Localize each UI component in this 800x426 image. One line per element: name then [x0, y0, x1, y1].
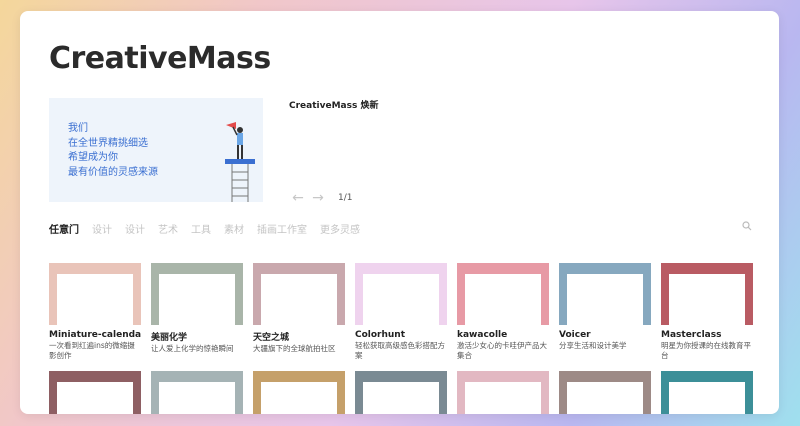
tab-portal[interactable]: 任意门: [49, 221, 79, 236]
tab-design-2[interactable]: 设计: [125, 221, 145, 236]
thumbnail-screenshot: [261, 274, 337, 325]
tab-more-inspiration[interactable]: 更多灵感: [320, 221, 360, 236]
hero-banner[interactable]: 我们 在全世界精挑细选 希望成为你 最有价值的灵感来源: [49, 98, 263, 202]
thumbnail-screenshot: [669, 382, 745, 414]
site-card[interactable]: [49, 371, 141, 414]
pager: ← → 1/1: [288, 191, 352, 205]
site-name[interactable]: 美丽化学: [151, 330, 243, 343]
page-indicator: 1/1: [338, 193, 353, 203]
site-card[interactable]: 美丽化学 让人爱上化学的惊艳瞬间: [151, 263, 243, 354]
tab-design-1[interactable]: 设计: [92, 221, 112, 236]
search-icon[interactable]: [742, 221, 752, 231]
site-thumbnail[interactable]: [559, 263, 651, 325]
banner-line: 我们: [68, 123, 88, 134]
thumbnail-screenshot: [57, 274, 133, 325]
site-thumbnail[interactable]: [253, 263, 345, 325]
thumbnail-screenshot: [465, 274, 541, 325]
site-name[interactable]: Voicer: [559, 330, 651, 340]
site-name[interactable]: 天空之城: [253, 330, 345, 343]
thumbnail-screenshot: [261, 382, 337, 414]
category-tabs: 任意门 设计 设计 艺术 工具 素材 插画工作室 更多灵感: [49, 221, 373, 236]
site-card[interactable]: Masterclass 明星为你授课的在线教育平台: [661, 263, 753, 361]
site-thumbnail[interactable]: [49, 263, 141, 325]
site-card[interactable]: Miniature-calendar 一次看到红遍ins的微缩摄影创作: [49, 263, 141, 361]
thumbnail-screenshot: [363, 274, 439, 325]
site-name[interactable]: kawacolle: [457, 330, 549, 340]
tab-illustration-studio[interactable]: 插画工作室: [257, 221, 307, 236]
site-thumbnail[interactable]: [355, 371, 447, 414]
thumbnail-screenshot: [363, 382, 439, 414]
site-name[interactable]: Colorhunt: [355, 330, 447, 340]
site-thumbnail[interactable]: [457, 371, 549, 414]
site-description: 轻松获取高级感色彩搭配方案: [355, 341, 445, 360]
thumbnail-screenshot: [57, 382, 133, 414]
site-card[interactable]: Colorhunt 轻松获取高级感色彩搭配方案: [355, 263, 447, 361]
arrow-right-icon[interactable]: →: [308, 191, 328, 205]
site-thumbnail[interactable]: [49, 371, 141, 414]
tab-tools[interactable]: 工具: [191, 221, 211, 236]
main-card: CreativeMass 我们 在全世界精挑细选 希望成为你 最有价值的灵感来源…: [20, 11, 779, 414]
site-name[interactable]: Masterclass: [661, 330, 753, 340]
thumbnail-screenshot: [567, 274, 643, 325]
site-description: 分享生活和设计美学: [559, 341, 627, 350]
thumbnail-screenshot: [159, 274, 235, 325]
banner-line: 最有价值的灵感来源: [68, 166, 158, 178]
featured-title[interactable]: CreativeMass 焕新: [289, 98, 378, 111]
thumbnail-screenshot: [567, 382, 643, 414]
site-card[interactable]: [457, 371, 549, 414]
brand-logo[interactable]: CreativeMass: [49, 41, 271, 76]
banner-line: 希望成为你: [68, 152, 118, 163]
site-description: 明星为你授课的在线教育平台: [661, 341, 751, 360]
site-card[interactable]: [253, 371, 345, 414]
site-thumbnail[interactable]: [253, 371, 345, 414]
thumbnail-screenshot: [159, 382, 235, 414]
site-description: 让人爱上化学的惊艳瞬间: [151, 344, 234, 353]
site-description: 一次看到红遍ins的微缩摄影创作: [49, 341, 135, 360]
site-thumbnail[interactable]: [355, 263, 447, 325]
tab-art[interactable]: 艺术: [158, 221, 178, 236]
site-name[interactable]: Miniature-calendar: [49, 330, 141, 340]
site-card[interactable]: [559, 371, 651, 414]
banner-line: 在全世界精挑细选: [68, 137, 148, 149]
tab-materials[interactable]: 素材: [224, 221, 244, 236]
site-thumbnail[interactable]: [661, 371, 753, 414]
site-description: 大疆旗下的全球航拍社区: [253, 344, 336, 353]
site-thumbnail[interactable]: [151, 371, 243, 414]
site-card[interactable]: kawacolle 激活少女心的卡哇伊产品大集合: [457, 263, 549, 361]
arrow-left-icon[interactable]: ←: [288, 191, 308, 205]
site-thumbnail[interactable]: [661, 263, 753, 325]
site-card[interactable]: 天空之城 大疆旗下的全球航拍社区: [253, 263, 345, 354]
site-thumbnail[interactable]: [151, 263, 243, 325]
site-card[interactable]: [355, 371, 447, 414]
site-description: 激活少女心的卡哇伊产品大集合: [457, 341, 547, 360]
thumbnail-screenshot: [465, 382, 541, 414]
site-card[interactable]: [151, 371, 243, 414]
site-card[interactable]: Voicer 分享生活和设计美学: [559, 263, 651, 351]
thumbnail-screenshot: [669, 274, 745, 325]
banner-text: 我们 在全世界精挑细选 希望成为你 最有价值的灵感来源: [68, 122, 158, 180]
megaphone-person-illustration: [225, 122, 255, 202]
site-thumbnail[interactable]: [457, 263, 549, 325]
site-thumbnail[interactable]: [559, 371, 651, 414]
site-card[interactable]: [661, 371, 753, 414]
